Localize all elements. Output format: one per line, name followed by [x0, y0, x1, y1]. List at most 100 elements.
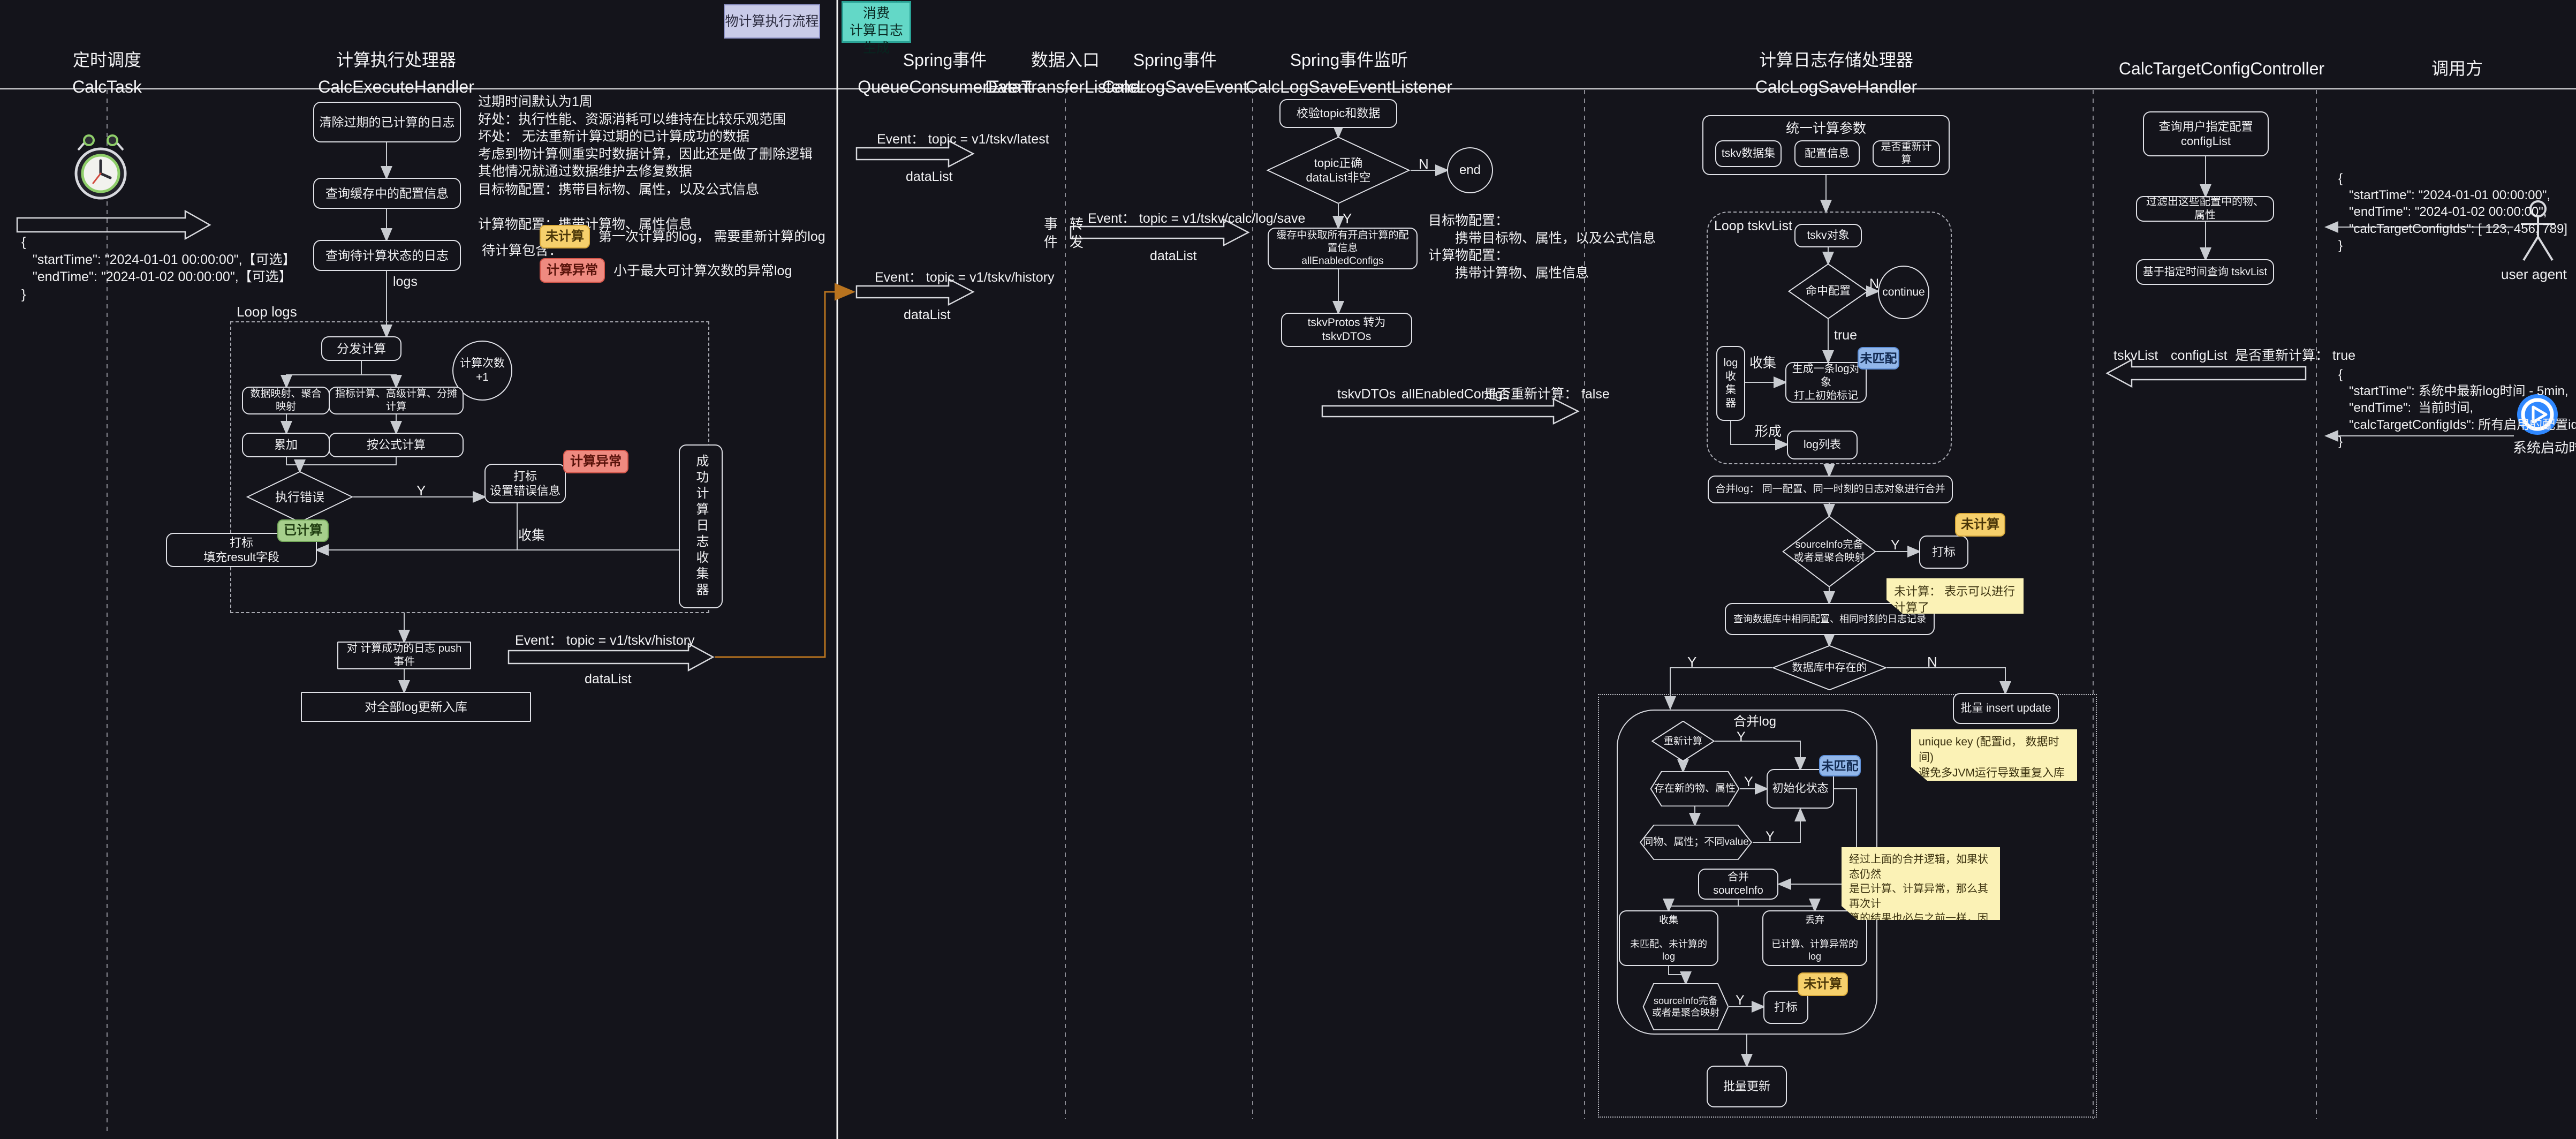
- label-calc-error-desc: 小于最大可计算次数的异常log: [613, 262, 792, 280]
- box-update-all-logs: 对全部log更新入库: [301, 692, 531, 722]
- badge-unmatched-init: 未匹配: [1819, 755, 1861, 776]
- note-merge-logic: 经过上面的合并逻辑，如果状态仍然 是已计算、计算异常，那么其再次计 算的结果也必…: [1842, 847, 2000, 920]
- legend-label: 物计算执行流程: [725, 13, 819, 31]
- box-batch-update: 批量更新: [1707, 1066, 1787, 1107]
- label-hit-true: true: [1834, 327, 1857, 344]
- label-db-y: Y: [1687, 653, 1696, 672]
- label-unified-params: 统一计算参数: [1786, 120, 1866, 138]
- participant-calctargetconfigcontroller: CalcTargetConfigController: [2119, 56, 2324, 82]
- participant-calctask: 定时调度 CalcTask: [72, 47, 142, 100]
- participant-subtitle: CalcLogSaveEventListener: [1246, 74, 1452, 101]
- label-tskvlist: tskvList: [2113, 347, 2158, 365]
- clock-icon: [74, 134, 127, 205]
- badge-not-calc-bottom: 未计算: [1798, 972, 1848, 996]
- participant-subtitle: CalcLogSaveHandler: [1755, 74, 1917, 101]
- participant-calclogsavehandler: 计算日志存储处理器 CalcLogSaveHandler: [1755, 47, 1917, 100]
- badge-calculated: 已计算: [277, 519, 329, 542]
- vlabel-forward: 转 发: [1070, 215, 1084, 252]
- box-clear-expired-logs: 清除过期的已计算的日志: [313, 102, 461, 142]
- box-log-collector: log 收 集 器: [1716, 346, 1745, 421]
- label-samething-y: Y: [1766, 828, 1775, 846]
- box-merge-sourceinfo: 合并 sourceInfo: [1698, 869, 1778, 900]
- diamond-db-exists: 数据库中存在的: [1772, 645, 1887, 690]
- label-exec-error-y: Y: [416, 482, 426, 500]
- box-data-mapping: 数据映射、聚合映射: [242, 387, 330, 414]
- box-validate-topic: 校验topic和数据: [1279, 99, 1397, 128]
- participant-calclogsaveeventlistener: Spring事件监听 CalcLogSaveEventListener: [1246, 47, 1452, 100]
- hex-sourceinfo-bottom: sourceInfo完备 或者是聚合映射: [1642, 983, 1729, 1030]
- participant-subtitle: CalcExecuteHandler: [318, 74, 474, 101]
- note-config-types-mid: 目标物配置： 携带目标物、属性，以及公式信息 计算物配置： 携带计算物、属性信息: [1428, 212, 1656, 282]
- box-push-event: 对 计算成功的日志 push事件: [337, 642, 471, 669]
- label-event-latest: Event： topic = v1/tskv/latest: [877, 131, 1049, 148]
- label-form: 形成: [1755, 423, 1782, 441]
- label-datalist-save: dataList: [1150, 247, 1197, 265]
- label-not-calculated-desc: 第一次计算的log， 需要重新计算的log: [598, 228, 825, 246]
- box-filter-things: 过滤出这些配置中的物、属性: [2136, 196, 2274, 222]
- label-datalist-latest: dataList: [906, 168, 953, 186]
- box-mark-top: 打标: [1919, 535, 1968, 569]
- badge-calc-error-legend: 计算异常: [540, 258, 605, 283]
- box-batch-insert: 批量 insert update: [1953, 693, 2059, 724]
- label-recalc-y: Y: [1737, 728, 1746, 746]
- label-recalc-true: 是否重新计算： true: [2235, 347, 2355, 365]
- loop-tskvlist-rect: [1707, 212, 1952, 464]
- badge-calc-error-mark: 计算异常: [563, 450, 628, 473]
- label-event-history-mid: Event： topic = v1/tskv/history: [875, 269, 1055, 286]
- label-si-bottom-y: Y: [1736, 992, 1745, 1009]
- label-datalist-left: dataList: [585, 670, 632, 688]
- chip-recalc-flag: 是否重新计算: [1873, 140, 1940, 167]
- label-tskvdtos: tskvDTOs: [1337, 386, 1396, 403]
- box-indicator-calc: 指标计算、高级计算、分摊计算: [329, 387, 464, 414]
- label-logs: logs: [393, 273, 418, 291]
- diamond-sourceinfo-top: sourceInfo完备 或者是聚合映射: [1782, 516, 1876, 587]
- vlabel-event: 事 件: [1044, 215, 1058, 252]
- box-formula-calc: 按公式计算: [329, 433, 464, 457]
- box-accumulate: 累加: [242, 433, 330, 457]
- chip-tskv-dataset: tskv数据集: [1715, 140, 1782, 167]
- label-merge-log: 合并log: [1733, 713, 1776, 730]
- label-recalc-false: 是否重新计算： false: [1484, 386, 1610, 403]
- label-event-history-left: Event： topic = v1/tskv/history: [515, 632, 695, 650]
- box-log-list: log列表: [1787, 431, 1858, 459]
- participant-subtitle: CalcLogSaveEvent: [1102, 74, 1248, 101]
- label-loop-logs: Loop logs: [237, 303, 297, 321]
- hex-new-thing: 存在新的物、属性: [1650, 771, 1740, 806]
- participant-calcexecutehandler: 计算执行处理器 CalcExecuteHandler: [318, 47, 474, 100]
- label-loop-tskvlist: Loop tskvList: [1714, 217, 1792, 235]
- participant-title: 调用方: [2431, 56, 2483, 82]
- box-merge-log-title: 合并log： 同一配置、同一时刻的日志对象进行合并: [1708, 476, 1953, 503]
- box-tskv-object: tskv对象: [1794, 224, 1862, 247]
- label-db-n: N: [1927, 653, 1937, 672]
- label-si-top-y: Y: [1891, 537, 1900, 554]
- diamond-exec-error: 执行错误: [246, 471, 353, 523]
- participant-subtitle: CalcTask: [72, 74, 142, 101]
- label-topic-y: Y: [1343, 210, 1352, 228]
- label-newthing-y: Y: [1744, 773, 1753, 791]
- diagram-canvas: 定时调度 CalcTask 计算执行处理器 CalcExecuteHandler…: [0, 0, 2576, 1139]
- note-not-calc: 未计算： 表示可以进行计算了: [1886, 578, 2024, 614]
- diamond-hit-config: 命中配置: [1788, 263, 1868, 319]
- label-system-start: 系统启动时: [2513, 439, 2576, 457]
- label-collect-right: 收集: [1749, 354, 1776, 372]
- participant-title: 计算执行处理器: [318, 47, 474, 74]
- box-query-user-config: 查询用户指定配置 configList: [2143, 111, 2269, 156]
- box-query-cached-config: 查询缓存中的配置信息: [313, 178, 461, 209]
- diamond-topic-valid: topic正确 dataList非空: [1266, 137, 1411, 204]
- box-discard-calculated: 丢弃 已计算、计算异常的log: [1762, 910, 1867, 966]
- label-user-agent: user agent: [2501, 266, 2567, 284]
- box-mark-error: 打标 设置错误信息: [484, 464, 566, 503]
- legend-realtime-consume: 实时数据消费 计算日志生成: [842, 1, 911, 43]
- participant-title: 计算日志存储处理器: [1755, 47, 1917, 74]
- json-note-left: { "startTime": "2024-01-01 00:00:00",【可选…: [21, 233, 296, 303]
- box-collect-unmatched: 收集 未匹配、未计算的log: [1619, 910, 1718, 966]
- badge-unmatched-gen: 未匹配: [1858, 347, 1899, 369]
- participant-calclogsaveevent: Spring事件 CalcLogSaveEvent: [1102, 47, 1248, 100]
- json-note-user: { "startTime": "2024-01-01 00:00:00", "e…: [2338, 170, 2567, 254]
- legend-label: 实时数据消费 计算日志生成: [843, 0, 910, 57]
- chip-config-info: 配置信息: [1794, 140, 1860, 167]
- box-proto-to-dto: tskvProtos 转为 tskvDTOs: [1281, 313, 1412, 347]
- participant-caller: 调用方: [2431, 56, 2483, 82]
- box-query-pending-logs: 查询待计算状态的日志: [313, 240, 461, 271]
- box-dispatch-calc: 分发计算: [321, 336, 401, 361]
